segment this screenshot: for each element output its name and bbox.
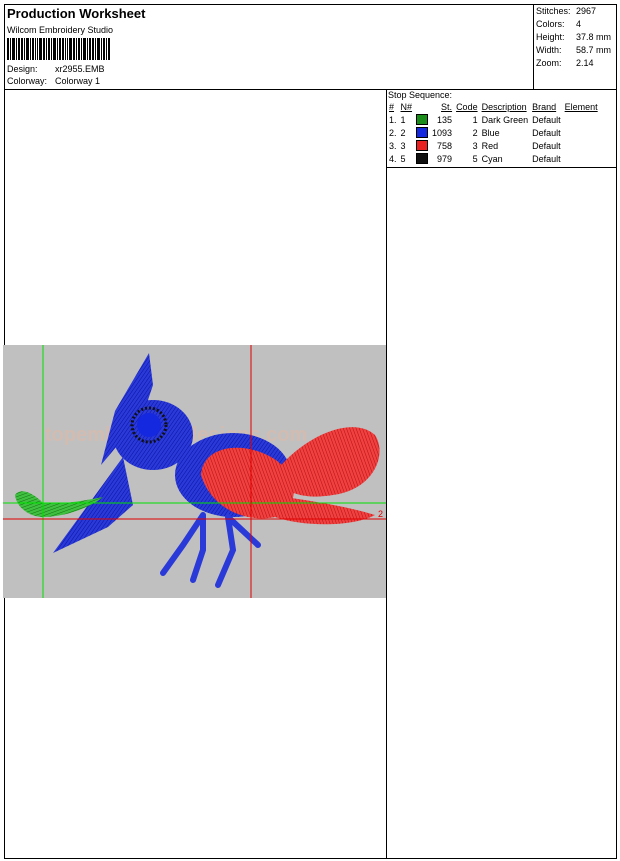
row-swatch <box>414 152 430 165</box>
row-element <box>563 126 600 139</box>
row-code: 3 <box>472 140 478 151</box>
zoom-label: Zoom: <box>536 58 562 68</box>
row-needle: 5 <box>400 153 406 164</box>
row-element <box>563 139 600 152</box>
colorway-field: Colorway: Colorway 1 <box>7 76 100 86</box>
table-row: 2. 2 1093 2 Blue Default <box>387 126 600 139</box>
design-label: Design: <box>7 64 38 74</box>
col-header-swatch <box>414 101 430 113</box>
row-num: 3. <box>389 140 397 151</box>
row-element <box>563 152 600 165</box>
row-code: 2 <box>472 127 478 138</box>
row-swatch <box>414 113 430 126</box>
row-num: 2. <box>389 127 397 138</box>
colors-stat: Colors: 4 <box>536 19 581 29</box>
bird-legs <box>160 512 261 588</box>
stop-sequence-panel: Stop Sequence: # N# St. Code Description… <box>386 89 616 168</box>
row-brand: Default <box>532 153 561 164</box>
zoom-stat: Zoom: 2.14 <box>536 58 594 68</box>
row-brand: Default <box>532 140 561 151</box>
height-value: 37.8 mm <box>576 32 612 42</box>
colors-label: Colors: <box>536 19 565 29</box>
col-header-needle: N# <box>400 102 413 112</box>
stop-sequence-label: Stop Sequence: <box>388 90 453 100</box>
row-swatch <box>414 139 430 152</box>
row-needle: 1 <box>400 114 406 125</box>
width-label: Width: <box>536 45 562 55</box>
software-name: Wilcom Embroidery Studio <box>7 25 114 35</box>
table-row: 1. 1 135 1 Dark Green Default <box>387 113 600 126</box>
col-header-brand: Brand <box>532 102 557 112</box>
row-description: Blue <box>481 127 500 138</box>
color-swatch <box>416 140 429 152</box>
width-value: 58.7 mm <box>576 45 612 55</box>
row-needle: 3 <box>400 140 406 151</box>
row-needle: 2 <box>400 127 406 138</box>
table-row: 4. 5 979 5 Cyan Default <box>387 152 600 165</box>
page-title: Production Worksheet <box>7 6 146 21</box>
embroidery-preview: topembroiderydesigns.com <box>3 345 386 598</box>
stitches-label: Stitches: <box>536 6 571 16</box>
bird-tail-lower <box>273 495 375 525</box>
stop-marker-label: 2 <box>378 509 383 519</box>
width-stat: Width: 58.7 mm <box>536 45 611 55</box>
color-swatch <box>416 153 429 165</box>
row-element <box>563 113 600 126</box>
col-header-description: Description <box>481 102 527 112</box>
row-stitches: 135 <box>437 114 453 125</box>
row-code: 1 <box>472 114 478 125</box>
row-brand: Default <box>532 127 561 138</box>
col-header-element: Element <box>564 102 598 112</box>
design-panel: topembroiderydesigns.com <box>3 89 387 858</box>
stitches-value: 2967 <box>576 6 597 16</box>
colorway-label: Colorway: <box>7 76 48 86</box>
row-stitches: 1093 <box>432 127 453 138</box>
row-code: 5 <box>472 153 478 164</box>
bird-eye <box>137 413 161 437</box>
col-header-stitches: St. <box>441 102 453 112</box>
design-field: Design: xr2955.EMB <box>7 64 105 74</box>
row-stitches: 758 <box>437 140 453 151</box>
row-stitches: 979 <box>437 153 453 164</box>
row-swatch <box>414 126 430 139</box>
row-description: Dark Green <box>481 114 529 125</box>
stitches-stat: Stitches: 2967 <box>536 6 596 16</box>
stop-sequence-table: # N# St. Code Description Brand Element … <box>387 101 600 165</box>
colors-value: 4 <box>576 19 582 29</box>
table-header-row: # N# St. Code Description Brand Element <box>387 101 600 113</box>
colorway-value: Colorway 1 <box>55 76 101 86</box>
row-description: Cyan <box>481 153 503 164</box>
col-header-code: Code <box>456 102 478 112</box>
color-swatch <box>416 114 429 126</box>
barcode <box>7 38 133 60</box>
row-brand: Default <box>532 114 561 125</box>
zoom-value: 2.14 <box>576 58 594 68</box>
color-swatch <box>416 127 429 139</box>
row-num: 1. <box>389 114 397 125</box>
production-worksheet: Production Worksheet Wilcom Embroidery S… <box>3 4 617 859</box>
design-value: xr2955.EMB <box>55 64 105 74</box>
worksheet-header: Production Worksheet Wilcom Embroidery S… <box>5 5 616 90</box>
design-stats: Stitches: 2967 Colors: 4 Height: 37.8 mm Wi… <box>533 5 617 89</box>
table-row: 3. 3 758 3 Red Default <box>387 139 600 152</box>
height-label: Height: <box>536 32 565 42</box>
design-preview: topembroiderydesigns.com <box>3 345 386 598</box>
row-num: 4. <box>389 153 397 164</box>
row-description: Red <box>481 140 499 151</box>
col-header-num: # <box>389 102 395 112</box>
height-stat: Height: 37.8 mm <box>536 32 611 42</box>
